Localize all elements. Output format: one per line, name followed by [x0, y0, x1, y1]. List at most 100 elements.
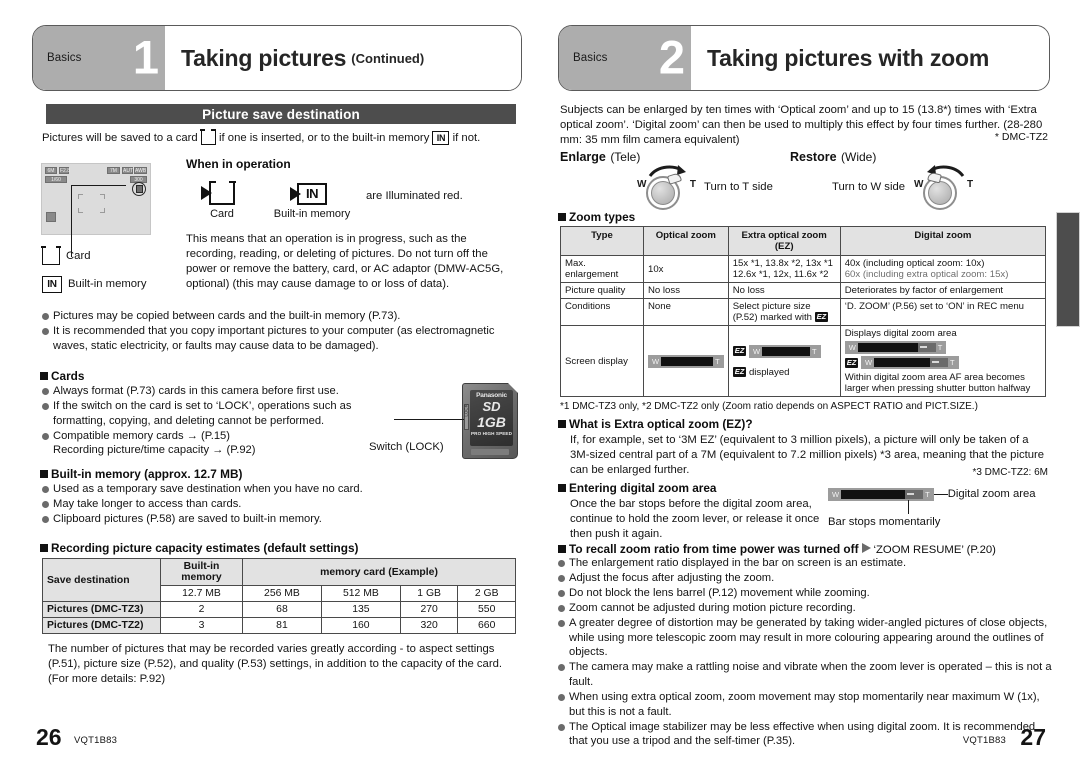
list-item: If the switch on the card is set to ‘LOC… [42, 399, 372, 428]
card-legend: Card [41, 246, 91, 265]
card-write-icon [201, 180, 236, 205]
capacity-size-cell: 256 MB [242, 585, 322, 602]
zoom-max-digital-line1: 40x (including optical zoom: 10x) [844, 258, 985, 269]
right-header-gray-block: Basics 2 [559, 26, 691, 90]
op-card-icon-group: Card [194, 180, 250, 220]
right-page-number: 27 [1020, 724, 1046, 750]
lcd-chip-size: 7M [107, 167, 120, 174]
right-page-doc-code: VQT1B83 [962, 735, 1006, 746]
digital-zoom-area-caption: Displays digital zoom area [844, 328, 957, 339]
enlarge-heading-row: Enlarge (Tele) [560, 148, 640, 166]
screen-display-ez: EZ WT EZ displayed [727, 325, 841, 397]
table-row: Conditions None Select picture size (P.5… [560, 298, 1047, 326]
capacity-builtin-header: Built-in memory [160, 558, 243, 586]
conditions-ez: Select picture size (P.52) marked with E… [727, 298, 841, 326]
ez-badge-icon: EZ [814, 312, 829, 323]
capacity-size-cell: 1 GB [399, 585, 459, 602]
left-section-label: Basics [47, 52, 82, 64]
zoom-bar-ez-icon: WT [748, 344, 821, 358]
restore-instruction: Turn to W side [832, 181, 906, 194]
when-in-operation-block: When in operation Card IN Built-in memor… [186, 157, 522, 292]
restore-title-light: (Wide) [841, 150, 877, 164]
zoom-intro-footnote: * DMC-TZ2 [994, 131, 1048, 143]
restore-lever-group: Turn to W side W T [832, 164, 974, 212]
in-memory-write-icon: IN [290, 183, 327, 205]
right-chapter-header: Basics 2 Taking pictures with zoom [558, 25, 1050, 91]
lcd-af-corner-br [100, 208, 105, 213]
lever-t-label: T [966, 179, 974, 190]
right-page: Basics 2 Taking pictures with zoom Subje… [540, 0, 1080, 767]
zoom-types-heading: Zoom types [569, 210, 636, 224]
zoom-row-type: Picture quality [560, 282, 644, 299]
entering-dz-heading-row: Entering digital zoom area [558, 481, 716, 495]
list-item: Compatible memory cards → (P.15) Recordi… [42, 429, 372, 458]
lcd-leader-line [71, 185, 73, 257]
zoom-types-footnote: *1 DMC-TZ3 only, *2 DMC-TZ2 only (Zoom r… [560, 401, 978, 412]
card-icon [41, 246, 61, 265]
capacity-footnote: The number of pictures that may be recor… [48, 643, 503, 686]
table-row: Pictures (DMC-TZ3) 2 68 135 270 550 [42, 601, 516, 618]
list-item: Used as a temporary save destination whe… [42, 482, 442, 497]
list-item: The enlargement ratio displayed in the b… [558, 556, 1054, 571]
zoom-max-ez: 15x *1, 13.8x *2, 13x *1 12.6x *1, 12x, … [727, 255, 841, 283]
ez-heading-row: What is Extra optical zoom (EZ)? [558, 417, 753, 431]
in-memory-icon: IN [42, 276, 62, 293]
entering-dz-body: Once the bar stops before the digital zo… [570, 498, 820, 541]
lcd-save-destination-highlight [132, 182, 146, 196]
screen-display-digital: Displays digital zoom area WT EZ WT With… [839, 325, 1047, 397]
zoom-row-type: Max. enlargement [560, 255, 644, 283]
zoom-max-ez-line1: 15x *1, 13.8x *2, 13x *1 [732, 258, 833, 269]
left-chapter-header: Basics 1 Taking pictures (Continued) [32, 25, 522, 91]
conditions-digital: ‘D. ZOOM’ (P.56) set to ‘ON’ in REC menu [839, 298, 1047, 326]
cards-heading: Cards [51, 369, 85, 383]
capacity-heading: Recording picture capacity estimates (de… [51, 541, 359, 555]
right-page-title: Taking pictures with zoom [707, 44, 990, 71]
conditions-ez-text: Select picture size (P.52) marked with [732, 301, 812, 323]
list-item: Pictures may be copied between cards and… [42, 309, 520, 324]
zoom-bar-digital-icon-1: WT [844, 341, 947, 354]
sd-card-face: Panasonic SD 1GB PRO HIGH SPEED [470, 390, 513, 446]
lcd-af-corner-bl [78, 208, 83, 213]
list-item: Zoom cannot be adjusted during motion pi… [558, 601, 1054, 616]
zoom-max-digital-line2: 60x (including extra optical zoom: 15x) [844, 269, 1009, 280]
square-bullet-icon [558, 545, 566, 553]
when-in-operation-heading: When in operation [186, 157, 291, 171]
digital-af-area-caption: Within digital zoom area AF area becomes… [844, 372, 1031, 394]
capacity-value: 320 [399, 617, 459, 634]
switch-lock-label: Switch (LOCK) [369, 441, 444, 453]
card-legend-label: Card [66, 249, 91, 262]
zoom-types-table-wrapper: Type Optical zoom Extra optical zoom (EZ… [560, 226, 1047, 397]
capacity-value: 68 [242, 601, 322, 618]
zoom-lever-icon: W T [914, 164, 974, 212]
manual-page-spread: Basics 1 Taking pictures (Continued) Pic… [0, 0, 1080, 767]
digital-zoom-area-label: Digital zoom area [947, 488, 1036, 500]
capacity-save-destination-header: Save destination [42, 558, 161, 602]
left-page-number: 26 [36, 724, 62, 750]
builtin-legend-label: Built-in memory [68, 277, 147, 290]
dz-bar-leader-line [908, 500, 910, 514]
zoom-types-table: Type Optical zoom Extra optical zoom (EZ… [560, 226, 1047, 397]
intro-text-end: if not. [452, 132, 481, 144]
capacity-row-label: Pictures (DMC-TZ2) [42, 617, 161, 634]
lcd-af-corner-tl [78, 194, 83, 199]
left-chapter-number: 1 [132, 30, 159, 84]
lcd-chip-quality: AUTO [122, 167, 137, 174]
capacity-value: 3 [160, 617, 243, 634]
picture-save-destination-bar: Picture save destination [46, 104, 516, 124]
ez-badge-icon: EZ [732, 346, 747, 356]
builtin-memory-heading: Built-in memory (approx. 12.7 MB) [51, 467, 243, 481]
capacity-heading-row: Recording picture capacity estimates (de… [40, 541, 358, 555]
sd-card-brand: Panasonic [476, 392, 507, 399]
dz-bar-group: WT Digital zoom area [828, 487, 1036, 502]
zoom-row-type: Conditions [560, 298, 644, 326]
right-section-label: Basics [573, 52, 608, 64]
sd-card-illustration: LOCK Panasonic SD 1GB PRO HIGH SPEED [462, 383, 518, 459]
capacity-value: 81 [242, 617, 322, 634]
zoom-bar-entering-icon: WT [828, 488, 934, 501]
capacity-size-cell: 12.7 MB [160, 585, 243, 602]
square-bullet-icon [40, 372, 48, 380]
table-row: Screen display WT EZ WT EZ displayed Dis… [560, 325, 1047, 397]
sd-card-capacity: 1GB [477, 414, 506, 430]
enlarge-lever-group: W T Turn to T side [637, 164, 773, 212]
capacity-value: 2 [160, 601, 243, 618]
